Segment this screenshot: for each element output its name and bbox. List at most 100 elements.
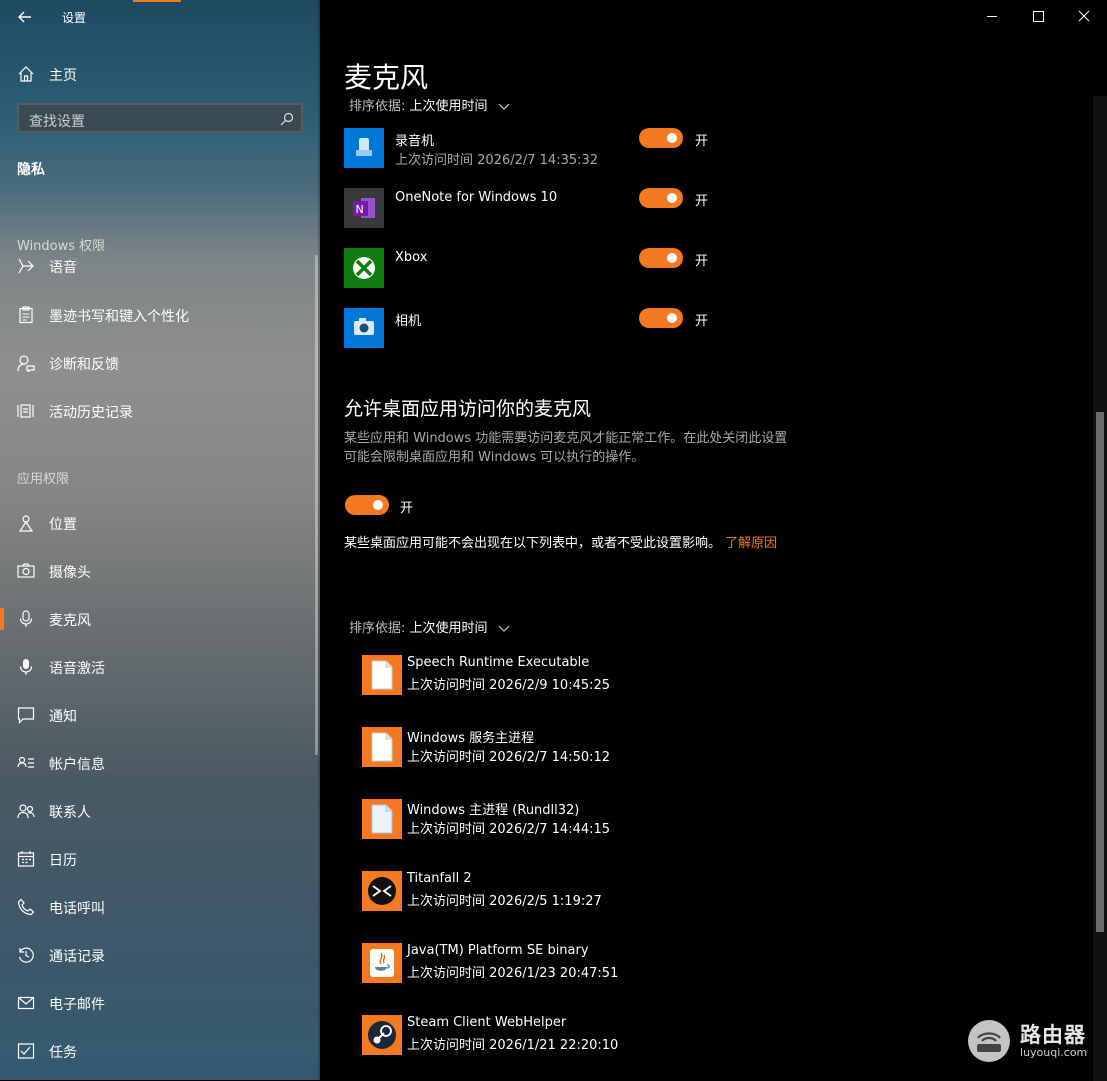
- desktop-app-last-access: 上次访问时间 2026/1/21 22:20:10: [407, 1038, 619, 1053]
- sidebar-item-inking[interactable]: 墨迹书写和键入个性化: [0, 295, 318, 335]
- app-tile: [344, 308, 384, 348]
- voice-activation-icon: [19, 659, 33, 675]
- learn-more-link[interactable]: 了解原因: [725, 536, 777, 551]
- desktop-apps-heading: 允许桌面应用访问你的麦克风: [344, 398, 592, 420]
- phone-icon: [17, 898, 35, 916]
- sidebar-item-label: 联系人: [49, 805, 91, 821]
- sort-dropdown-desktop[interactable]: 排序依据: 上次使用时间: [349, 617, 510, 636]
- sidebar-item-label: 电话呼叫: [49, 901, 105, 917]
- voice-recorder-icon: [356, 138, 372, 156]
- sidebar-item-speech[interactable]: 语音: [0, 251, 318, 279]
- app-name: 相机: [395, 314, 422, 329]
- maximize-icon: [1033, 11, 1044, 22]
- app-name: 录音机: [395, 134, 435, 149]
- svg-text:N: N: [356, 203, 364, 216]
- maximize-button[interactable]: [1015, 0, 1061, 32]
- sidebar-scrollbar[interactable]: [315, 255, 318, 755]
- search-icon[interactable]: [280, 112, 294, 126]
- back-arrow-icon[interactable]: [14, 6, 36, 28]
- window-title: 设置: [62, 11, 87, 25]
- desktop-app-tile: [362, 655, 402, 695]
- minimize-button[interactable]: [969, 0, 1015, 32]
- sidebar-item-label: 诊断和反馈: [49, 357, 119, 373]
- toggle-knob: [667, 133, 677, 143]
- sidebar-item-label: 电子邮件: [49, 997, 105, 1013]
- sidebar-item-home[interactable]: 主页: [0, 60, 320, 88]
- contacts-icon: [17, 804, 35, 819]
- sidebar-item-calendar[interactable]: 日历: [0, 839, 318, 879]
- app-tile: [344, 128, 384, 168]
- toggle-voice-recorder[interactable]: [639, 128, 683, 148]
- sidebar-item-activity-history[interactable]: 活动历史记录: [0, 391, 318, 431]
- sidebar: 设置 主页 查找设置 隐私 Windows 权限 语音 墨迹书写和键入个性化 诊…: [0, 0, 320, 1080]
- desktop-app-last-access: 上次访问时间 2026/2/9 10:45:25: [407, 678, 611, 693]
- toggle-xbox[interactable]: [639, 248, 683, 268]
- toggle-knob: [373, 500, 383, 510]
- toggle-knob: [667, 193, 677, 203]
- sidebar-item-voice-activation[interactable]: 语音激活: [0, 647, 318, 687]
- sidebar-item-label: 帐户信息: [49, 757, 105, 773]
- sort-label: 排序依据:: [349, 621, 406, 636]
- sort-value: 上次使用时间: [409, 621, 488, 636]
- toggle-label: 开: [400, 501, 414, 516]
- desktop-apps-note: 某些桌面应用可能不会出现在以下列表中，或者不受此设置影响。 了解原因: [344, 534, 794, 553]
- search-input[interactable]: 查找设置: [17, 103, 303, 133]
- sidebar-item-account-info[interactable]: 帐户信息: [0, 743, 318, 783]
- sidebar-item-call-history[interactable]: 通话记录: [0, 935, 318, 975]
- toggle-label: 开: [695, 254, 709, 269]
- feedback-icon: [17, 355, 35, 372]
- clipboard-icon: [19, 306, 33, 324]
- group-app-permissions: 应用权限: [17, 472, 70, 487]
- desktop-app-tile: [362, 943, 402, 983]
- desktop-app-row: Titanfall 2 上次访问时间 2026/2/5 1:19:27: [362, 871, 782, 913]
- sidebar-item-microphone[interactable]: 麦克风: [0, 599, 318, 639]
- sidebar-item-phone-calls[interactable]: 电话呼叫: [0, 887, 318, 927]
- app-last-access: 上次访问时间 2026/2/7 14:35:32: [395, 153, 599, 168]
- sidebar-item-label: 通知: [49, 709, 77, 725]
- tasks-icon: [17, 1043, 35, 1059]
- toggle-onenote[interactable]: [639, 188, 683, 208]
- sidebar-item-contacts[interactable]: 联系人: [0, 791, 318, 831]
- title-bar: [320, 0, 1107, 32]
- sort-label: 排序依据:: [349, 99, 406, 114]
- steam-icon: [368, 1021, 396, 1049]
- file-icon: [371, 660, 393, 690]
- selected-indicator: [0, 608, 4, 630]
- sidebar-item-label: 任务: [49, 1045, 77, 1061]
- sidebar-item-diagnostics[interactable]: 诊断和反馈: [0, 343, 318, 383]
- sidebar-item-tasks[interactable]: 任务: [0, 1031, 318, 1071]
- section-title-privacy: 隐私: [17, 162, 45, 178]
- sidebar-item-label: 麦克风: [49, 613, 91, 629]
- sidebar-item-location[interactable]: 位置: [0, 503, 318, 543]
- sort-dropdown[interactable]: 排序依据: 上次使用时间: [349, 95, 510, 114]
- desktop-apps-description: 某些应用和 Windows 功能需要访问麦克风才能正常工作。在此处关闭此设置可能…: [344, 431, 788, 465]
- camera-icon: [17, 563, 35, 578]
- toggle-desktop-apps[interactable]: [345, 495, 389, 515]
- camera-app-icon: [354, 318, 374, 335]
- sidebar-item-label: 日历: [49, 853, 77, 869]
- close-button[interactable]: [1061, 0, 1107, 32]
- desktop-app-name: Steam Client WebHelper: [407, 1015, 567, 1030]
- desktop-app-tile: [362, 727, 402, 767]
- sidebar-item-email[interactable]: 电子邮件: [0, 983, 318, 1023]
- sidebar-item-label: 位置: [49, 517, 77, 533]
- main-scrollbar[interactable]: [1093, 96, 1107, 1081]
- sidebar-item-notifications[interactable]: 通知: [0, 695, 318, 735]
- desktop-app-name: Java(TM) Platform SE binary: [407, 943, 589, 958]
- sidebar-item-label: 活动历史记录: [49, 405, 133, 421]
- chevron-down-icon: [498, 103, 510, 110]
- note-text: 某些桌面应用可能不会出现在以下列表中，或者不受此设置影响。: [344, 536, 722, 551]
- desktop-app-name: Titanfall 2: [407, 871, 472, 886]
- sidebar-item-camera[interactable]: 摄像头: [0, 551, 318, 591]
- desktop-app-name: Windows 服务主进程: [407, 731, 535, 746]
- app-name: OneNote for Windows 10: [395, 190, 558, 205]
- desktop-app-name: Windows 主进程 (Rundll32): [407, 803, 580, 818]
- desktop-app-row: Steam Client WebHelper 上次访问时间 2026/1/21 …: [362, 1015, 782, 1057]
- desktop-app-last-access: 上次访问时间 2026/1/23 20:47:51: [407, 966, 619, 981]
- scrollbar-thumb[interactable]: [1096, 412, 1104, 932]
- desktop-app-row: Windows 服务主进程 上次访问时间 2026/2/7 14:50:12: [362, 727, 782, 769]
- sort-value: 上次使用时间: [409, 99, 488, 114]
- calendar-icon: [17, 851, 35, 867]
- toggle-camera[interactable]: [639, 308, 683, 328]
- speech-icon: [18, 258, 34, 274]
